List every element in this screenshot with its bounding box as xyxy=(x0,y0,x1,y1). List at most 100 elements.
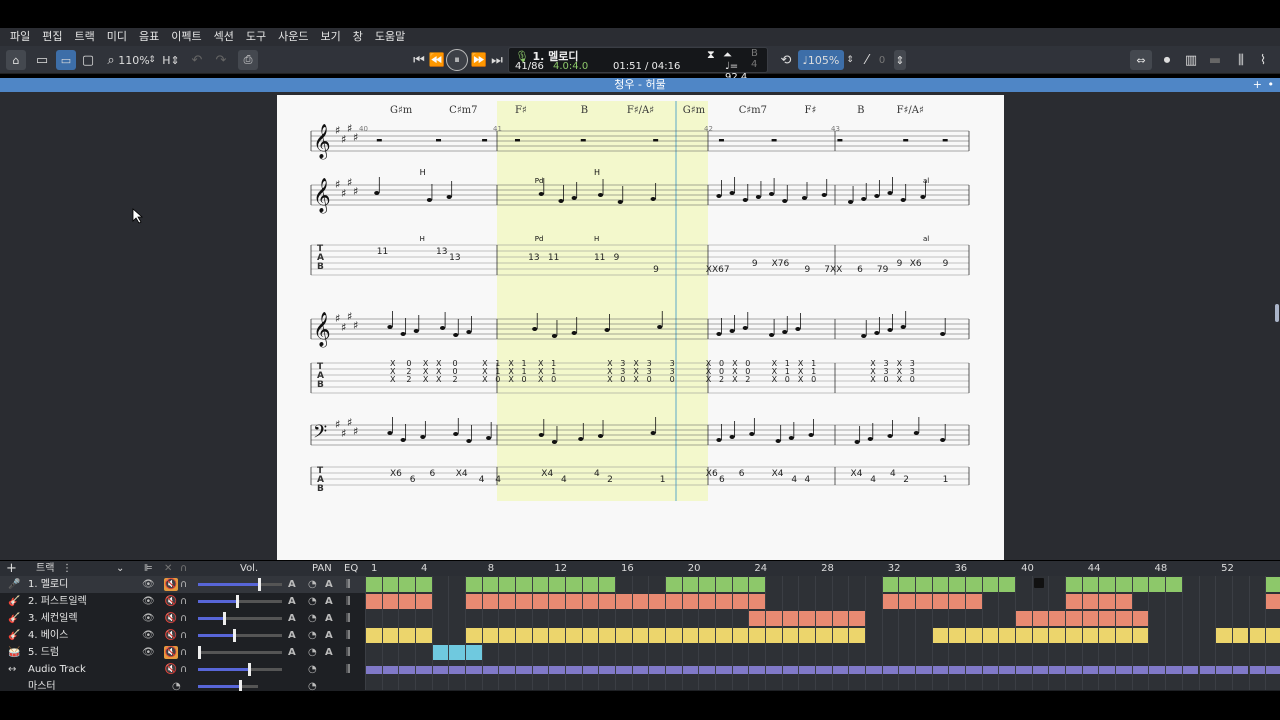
visibility-eye-icon[interactable]: 👁 xyxy=(142,593,155,610)
track-row[interactable]: 🎸 2. 퍼스트일렉 👁 🔇 ∩ A ◔ A ⫼ xyxy=(0,593,365,610)
track-block[interactable] xyxy=(599,594,616,609)
audio-waveform-block[interactable] xyxy=(499,666,516,674)
track-name[interactable]: 1. 멜로디 xyxy=(28,576,68,593)
track-row[interactable]: 🎸 4. 베이스 👁 🔇 ∩ A ◔ A ⫼ xyxy=(0,627,365,644)
track-block[interactable] xyxy=(616,628,632,643)
skip-start-icon[interactable]: ⏮ xyxy=(412,50,426,70)
track-block[interactable] xyxy=(399,577,415,592)
track-block[interactable] xyxy=(1116,577,1132,592)
chevron-down-icon[interactable]: ⌄ xyxy=(116,561,124,576)
arrangement-grid[interactable] xyxy=(365,576,1280,690)
mute-icon[interactable]: 🔇 xyxy=(164,612,178,625)
track-block[interactable] xyxy=(899,577,916,592)
menu-item-6[interactable]: 섹션 xyxy=(208,28,240,46)
automation-icon[interactable]: A xyxy=(288,644,296,661)
track-block[interactable] xyxy=(966,577,982,592)
track-block[interactable] xyxy=(999,577,1016,592)
audio-waveform-block[interactable] xyxy=(582,666,599,674)
mute-icon[interactable]: 🔇 xyxy=(164,595,178,608)
track-block[interactable] xyxy=(1166,577,1182,592)
track-block[interactable] xyxy=(1016,611,1032,626)
pan-knob-icon[interactable]: ◔ xyxy=(308,576,317,593)
menu-item-2[interactable]: 트랙 xyxy=(69,28,101,46)
audio-waveform-block[interactable] xyxy=(1066,666,1082,674)
track-block[interactable] xyxy=(882,594,899,609)
track-block[interactable] xyxy=(482,628,499,643)
audio-waveform-block[interactable] xyxy=(1249,666,1266,674)
track-block[interactable] xyxy=(1032,628,1049,643)
volume-slider[interactable] xyxy=(198,663,282,676)
track-block[interactable] xyxy=(749,628,766,643)
track-block[interactable] xyxy=(1016,628,1032,643)
visibility-eye-icon[interactable]: 👁 xyxy=(142,644,155,661)
solo-headphone-icon[interactable]: ∩ xyxy=(180,593,187,610)
visibility-eye-icon[interactable]: 👁 xyxy=(142,610,155,627)
track-block[interactable] xyxy=(666,577,682,592)
track-block[interactable] xyxy=(416,577,432,592)
audio-waveform-block[interactable] xyxy=(916,666,932,674)
menu-item-3[interactable]: 미디 xyxy=(101,28,133,46)
track-block[interactable] xyxy=(366,594,382,609)
track-block[interactable] xyxy=(582,594,599,609)
track-block[interactable] xyxy=(516,628,532,643)
track-block[interactable] xyxy=(682,577,699,592)
playhead-marker[interactable] xyxy=(1033,578,1044,588)
settings-slider-icon[interactable]: ⌇ xyxy=(1256,50,1270,70)
track-block[interactable] xyxy=(1116,628,1132,643)
automation-icon[interactable]: A xyxy=(325,576,333,593)
track-block[interactable] xyxy=(582,577,599,592)
metronome-icon[interactable]: ⧗ xyxy=(707,48,715,62)
track-block[interactable] xyxy=(482,577,499,592)
track-block[interactable] xyxy=(782,611,799,626)
volume-slider[interactable] xyxy=(198,578,282,591)
audio-waveform-block[interactable] xyxy=(1232,666,1249,674)
track-block[interactable] xyxy=(1266,594,1280,609)
track-block[interactable] xyxy=(532,628,549,643)
track-block[interactable] xyxy=(732,577,749,592)
track-block[interactable] xyxy=(466,594,482,609)
solo-headphone-icon[interactable]: ∩ xyxy=(180,644,187,661)
redo-icon[interactable]: ↷ xyxy=(214,50,228,70)
eq-icon[interactable]: ⫼ xyxy=(346,593,351,610)
audio-waveform-block[interactable] xyxy=(1199,666,1216,674)
track-block[interactable] xyxy=(666,594,682,609)
track-block[interactable] xyxy=(449,645,465,660)
rewind-icon[interactable]: ⏪ xyxy=(429,50,445,70)
eq-icon[interactable]: ⫼ xyxy=(346,644,351,661)
pause-button[interactable]: ⏸ xyxy=(446,49,468,71)
audio-waveform-block[interactable] xyxy=(1132,666,1149,674)
volume-slider[interactable] xyxy=(198,612,282,625)
skip-end-icon[interactable]: ⏭ xyxy=(490,50,504,70)
audio-waveform-block[interactable] xyxy=(866,666,882,674)
track-block[interactable] xyxy=(849,611,866,626)
piano-icon[interactable]: ▥ xyxy=(1184,50,1198,70)
track-block[interactable] xyxy=(949,594,966,609)
audio-waveform-block[interactable] xyxy=(482,666,499,674)
track-block[interactable] xyxy=(932,577,949,592)
track-block[interactable] xyxy=(649,594,666,609)
track-block[interactable] xyxy=(399,594,415,609)
track-block[interactable] xyxy=(1099,594,1116,609)
audio-waveform-block[interactable] xyxy=(432,666,449,674)
add-tab-icon[interactable]: + xyxy=(1253,78,1262,92)
audio-waveform-block[interactable] xyxy=(882,666,899,674)
eq-icon[interactable]: ⫼ xyxy=(346,576,351,593)
audio-waveform-block[interactable] xyxy=(1032,666,1049,674)
track-block[interactable] xyxy=(916,594,932,609)
track-block[interactable] xyxy=(466,628,482,643)
track-block[interactable] xyxy=(882,577,899,592)
track-block[interactable] xyxy=(732,594,749,609)
track-block[interactable] xyxy=(399,628,415,643)
track-block[interactable] xyxy=(566,577,582,592)
volume-knob[interactable] xyxy=(235,595,239,608)
audio-waveform-block[interactable] xyxy=(732,666,749,674)
track-block[interactable] xyxy=(1032,611,1049,626)
eq-icon[interactable]: ⫼ xyxy=(346,610,351,627)
menu-item-11[interactable]: 도움말 xyxy=(369,28,411,46)
audio-waveform-block[interactable] xyxy=(716,666,732,674)
audio-waveform-block[interactable] xyxy=(1149,666,1166,674)
track-block[interactable] xyxy=(549,594,566,609)
track-block[interactable] xyxy=(916,577,932,592)
solo-headphone-icon[interactable]: ∩ xyxy=(180,661,187,678)
chevron-updown-icon[interactable]: ⇕ xyxy=(846,50,854,70)
